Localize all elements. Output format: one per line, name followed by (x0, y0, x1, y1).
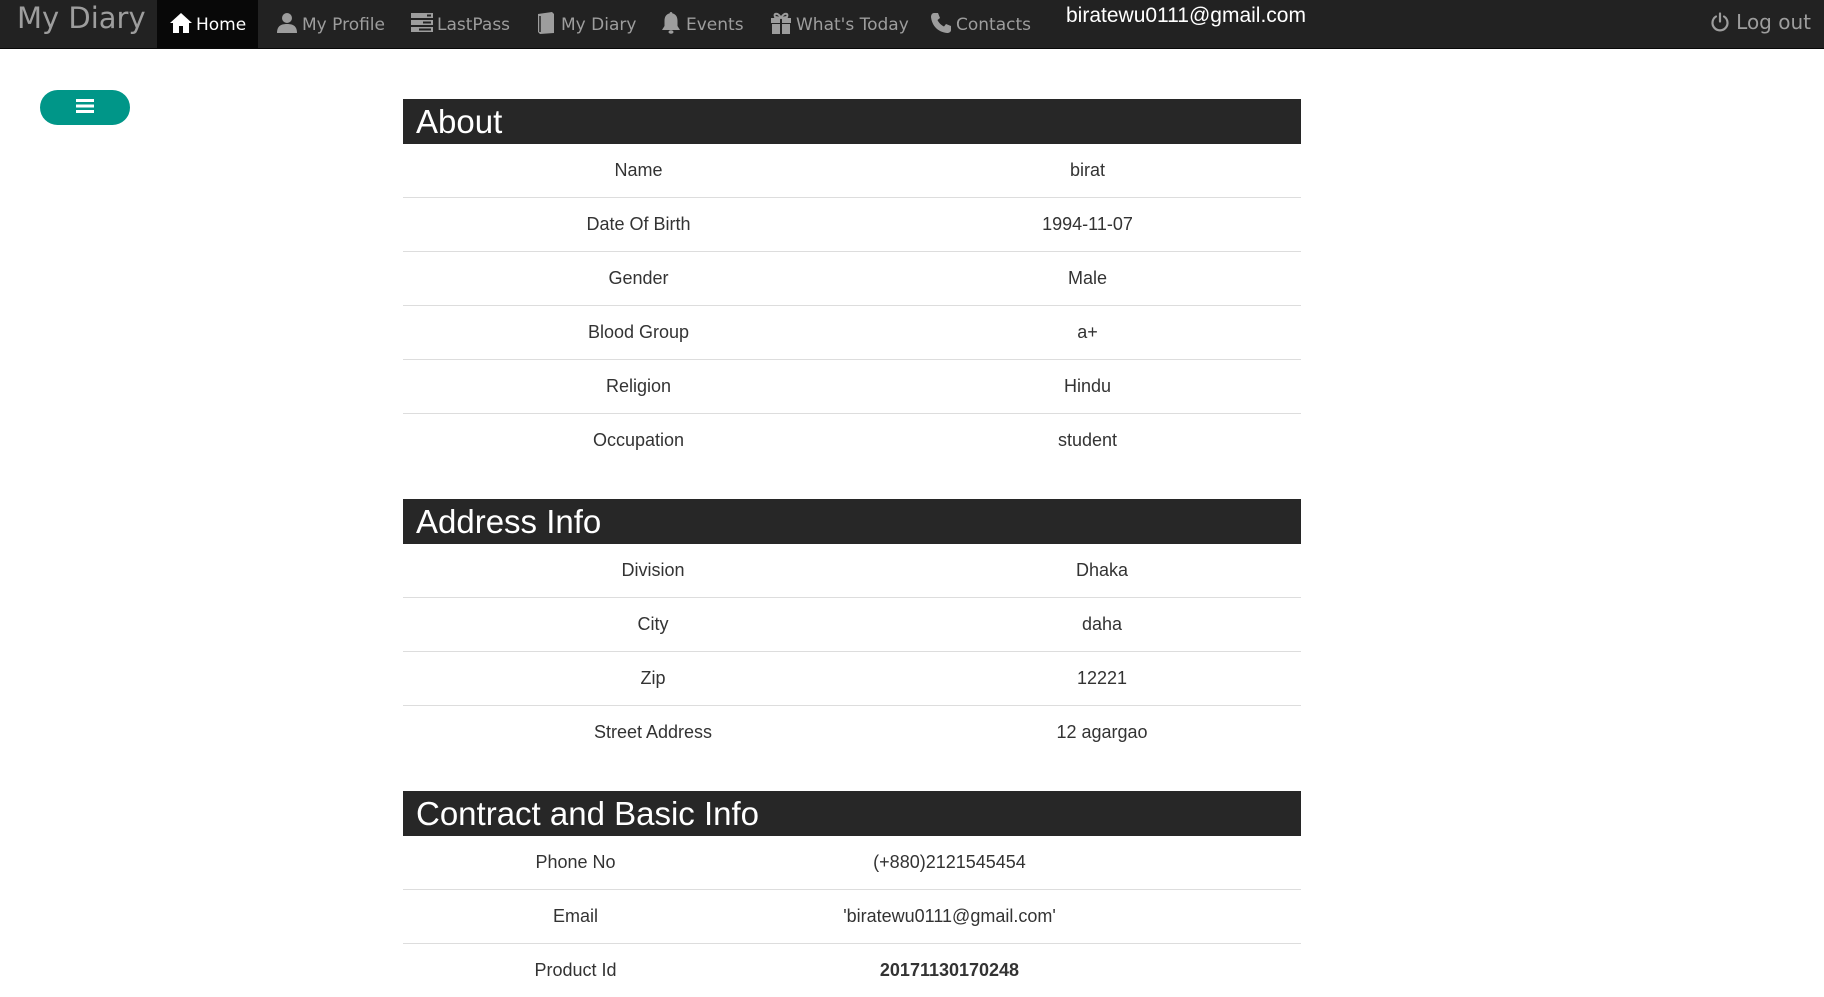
brand-logo[interactable]: My Diary (17, 0, 146, 36)
table-row: Date Of Birth 1994-11-07 (403, 198, 1301, 252)
tasks-icon (410, 11, 434, 35)
field-value: birat (874, 144, 1301, 198)
field-label: Division (403, 544, 903, 598)
field-value: Male (874, 252, 1301, 306)
field-value: Dhaka (903, 544, 1301, 598)
address-table: Division Dhaka City daha Zip 12221 Stree… (403, 544, 1301, 759)
section-spacer (403, 467, 1301, 499)
field-label: Name (403, 144, 874, 198)
field-value: 'biratewu0111@gmail.com' (748, 890, 1301, 944)
nav-item-label: My Diary (561, 15, 636, 35)
table-row: Occupation student (403, 414, 1301, 468)
field-value: student (874, 414, 1301, 468)
about-table: Name birat Date Of Birth 1994-11-07 Gend… (403, 144, 1301, 467)
table-row: Name birat (403, 144, 1301, 198)
table-row: Email 'biratewu0111@gmail.com' (403, 890, 1301, 944)
book-icon (534, 11, 558, 35)
profile-content: About Name birat Date Of Birth 1994-11-0… (403, 99, 1301, 997)
field-value: 1994-11-07 (874, 198, 1301, 252)
field-value: 12 agargao (903, 706, 1301, 760)
gift-icon (769, 11, 793, 35)
nav-item-my-profile[interactable]: My Profile (263, 0, 397, 49)
field-label: City (403, 598, 903, 652)
sidebar-toggle-button[interactable] (40, 90, 130, 125)
top-navbar: My Diary Home My Profile LastPass My Dia… (0, 0, 1824, 49)
user-icon (275, 11, 299, 35)
field-label: Religion (403, 360, 874, 414)
table-row: Division Dhaka (403, 544, 1301, 598)
field-label: Email (403, 890, 748, 944)
table-row: Blood Group a+ (403, 306, 1301, 360)
field-value: daha (903, 598, 1301, 652)
nav-item-lastpass[interactable]: LastPass (398, 0, 522, 49)
power-icon (1710, 12, 1730, 32)
nav-item-whats-today[interactable]: What's Today (757, 0, 921, 49)
nav-item-home[interactable]: Home (157, 0, 258, 49)
hamburger-menu-icon (75, 97, 95, 119)
nav-item-my-diary[interactable]: My Diary (522, 0, 648, 49)
logout-label: Log out (1736, 10, 1811, 34)
field-value: 12221 (903, 652, 1301, 706)
bell-icon (659, 11, 683, 35)
nav-item-contacts[interactable]: Contacts (917, 0, 1043, 49)
nav-item-label: Events (686, 15, 744, 35)
nav-item-label: Home (196, 15, 246, 35)
field-label: Blood Group (403, 306, 874, 360)
field-value: (+880)2121545454 (748, 836, 1301, 890)
table-row: Gender Male (403, 252, 1301, 306)
section-spacer (403, 759, 1301, 791)
table-row: Phone No (+880)2121545454 (403, 836, 1301, 890)
phone-icon (929, 11, 953, 35)
user-email: biratewu0111@gmail.com (1066, 0, 1306, 32)
table-row: City daha (403, 598, 1301, 652)
logout-button[interactable]: Log out (1710, 0, 1811, 44)
field-value: Hindu (874, 360, 1301, 414)
field-label: Date Of Birth (403, 198, 874, 252)
nav-item-events[interactable]: Events (647, 0, 756, 49)
field-value: a+ (874, 306, 1301, 360)
nav-item-label: LastPass (437, 15, 510, 35)
field-label: Gender (403, 252, 874, 306)
table-row: Religion Hindu (403, 360, 1301, 414)
nav-item-label: My Profile (302, 15, 385, 35)
table-row: Zip 12221 (403, 652, 1301, 706)
section-title-about: About (403, 99, 1301, 144)
section-title-contact: Contract and Basic Info (403, 791, 1301, 836)
field-label: Occupation (403, 414, 874, 468)
field-label: Street Address (403, 706, 903, 760)
section-title-address: Address Info (403, 499, 1301, 544)
field-label: Zip (403, 652, 903, 706)
nav-item-label: Contacts (956, 15, 1031, 35)
field-label: Phone No (403, 836, 748, 890)
contact-table: Phone No (+880)2121545454 Email 'biratew… (403, 836, 1301, 997)
table-row: Street Address 12 agargao (403, 706, 1301, 760)
nav-item-label: What's Today (796, 15, 909, 35)
home-icon (169, 11, 193, 35)
